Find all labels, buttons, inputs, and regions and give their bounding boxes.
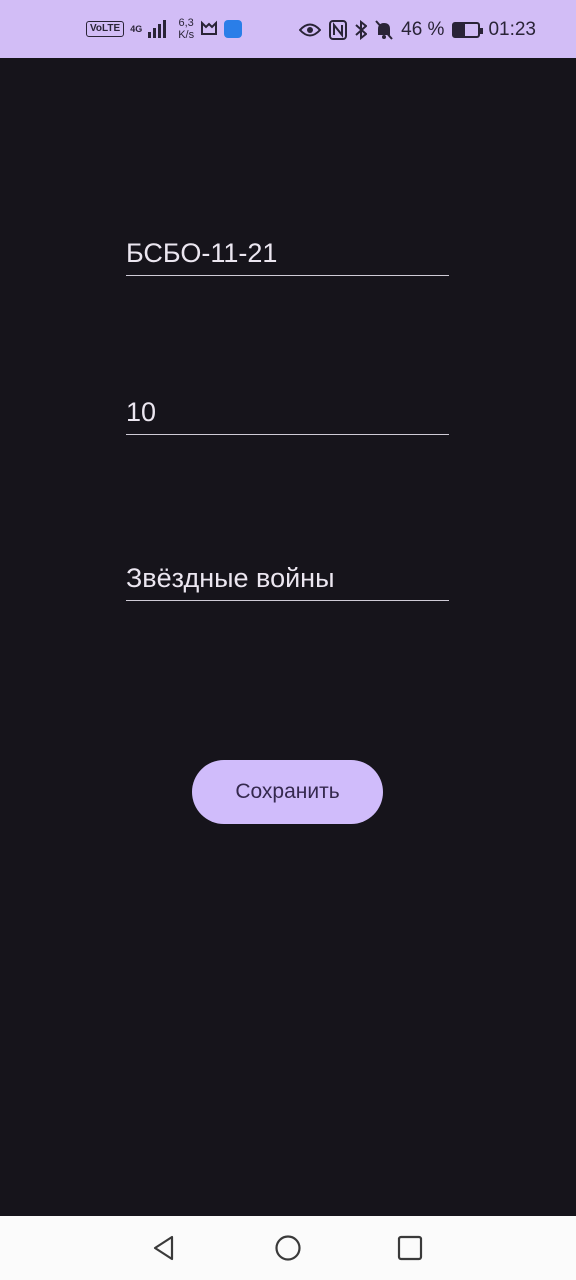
- volte-icon: VoLTE: [86, 21, 125, 37]
- status-bar-right: 46 % 01:23: [299, 18, 536, 42]
- movie-input-value: Звёздные войны: [126, 563, 335, 593]
- navigation-bar: [0, 1216, 576, 1280]
- movie-input[interactable]: Звёздные войны: [126, 563, 449, 601]
- battery-fill: [454, 24, 466, 36]
- back-icon[interactable]: [150, 1234, 178, 1262]
- bluetooth-icon: [355, 20, 368, 40]
- eye-icon: [299, 23, 322, 37]
- data-speed: 6,3 K/s: [178, 17, 194, 41]
- shield-icon: [224, 20, 243, 38]
- battery-icon: [452, 22, 484, 38]
- home-icon[interactable]: [274, 1234, 302, 1262]
- number-input[interactable]: 10: [126, 397, 449, 435]
- battery-percent: 46 %: [401, 19, 445, 40]
- data-speed-value: 6,3: [178, 17, 194, 29]
- recents-icon[interactable]: [396, 1234, 424, 1262]
- save-button[interactable]: Сохранить: [192, 760, 383, 824]
- status-bar-left: VoLTE 4G 6,3 K/s: [86, 17, 243, 41]
- nfc-icon: [329, 20, 348, 40]
- notification-app-icon: [201, 20, 218, 35]
- signal-icon: [148, 20, 167, 38]
- number-input-value: 10: [126, 397, 157, 427]
- mute-icon: [375, 20, 393, 40]
- group-input-value: БСБО-11-21: [126, 238, 278, 268]
- status-bar: VoLTE 4G 6,3 K/s 46 % 01:23: [0, 0, 576, 58]
- network-type-label: 4G: [130, 23, 143, 34]
- group-input[interactable]: БСБО-11-21: [126, 238, 449, 276]
- clock: 01:23: [488, 19, 536, 40]
- data-speed-unit: K/s: [178, 29, 195, 41]
